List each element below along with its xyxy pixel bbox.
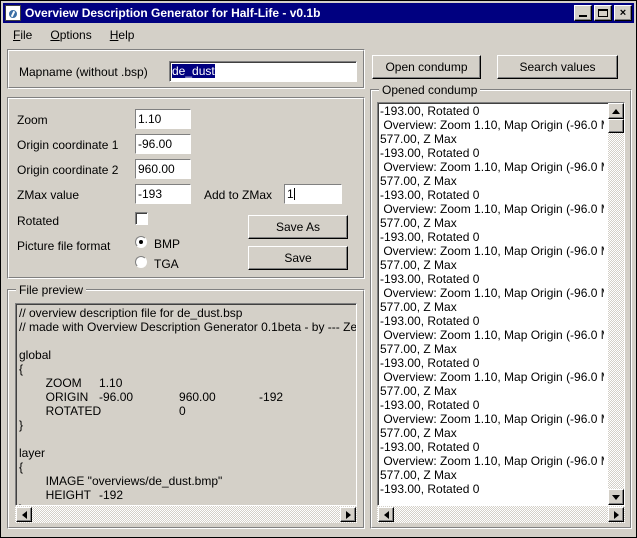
arrow-down-icon (612, 495, 620, 500)
zoom-label: Zoom (17, 113, 48, 127)
text-caret (294, 188, 295, 200)
window-title: Overview Description Generator for Half-… (25, 6, 574, 20)
search-values-button-label: Search values (519, 60, 595, 74)
file-preview-scroll-left-button[interactable] (16, 507, 32, 522)
add-to-zmax-label: Add to ZMax (204, 188, 272, 202)
zmax-value-text: -193 (138, 187, 162, 201)
arrow-left-icon (384, 511, 389, 519)
format-radio-bmp-label: BMP (154, 237, 180, 251)
condump-hscrollbar[interactable] (377, 506, 625, 523)
condump-scroll-up-button[interactable] (608, 103, 624, 119)
close-button[interactable]: × (614, 5, 632, 21)
document-disc-icon (5, 5, 21, 21)
condump-scroll-right-button[interactable] (608, 507, 624, 522)
save-as-button-label: Save As (276, 220, 320, 234)
file-preview-group-label: File preview (16, 283, 86, 297)
mapname-input-value: de_dust (172, 64, 215, 78)
arrow-up-icon (612, 109, 620, 114)
rotated-checkbox[interactable] (135, 212, 148, 225)
save-as-button[interactable]: Save As (248, 215, 348, 239)
add-to-zmax-value: 1 (287, 187, 294, 201)
origin-coordinate-2-input[interactable]: 960.00 (135, 159, 191, 179)
origin-coordinate-2-value: 960.00 (138, 162, 175, 176)
rotated-label: Rotated (17, 214, 59, 228)
search-values-button[interactable]: Search values (497, 55, 618, 79)
format-radio-tga[interactable] (135, 256, 147, 268)
mapname-input[interactable]: de_dust (169, 61, 357, 82)
origin-coordinate-1-label: Origin coordinate 1 (17, 138, 118, 152)
file-preview-text: // overview description file for de_dust… (19, 306, 354, 506)
mapname-label: Mapname (without .bsp) (19, 65, 148, 79)
condump-list-text: -193.00, Rotated 0 Overview: Zoom 1.10, … (380, 104, 604, 496)
open-condump-button[interactable]: Open condump (372, 55, 481, 79)
format-radio-tga-label: TGA (154, 257, 179, 271)
save-button[interactable]: Save (248, 246, 348, 270)
open-condump-button-label: Open condump (385, 60, 467, 74)
save-button-label: Save (284, 251, 311, 265)
zmax-value-label: ZMax value (17, 188, 79, 202)
add-to-zmax-input[interactable]: 1 (284, 184, 342, 204)
minimize-button[interactable] (574, 5, 592, 21)
condump-listbox[interactable]: -193.00, Rotated 0 Overview: Zoom 1.10, … (377, 102, 625, 506)
condump-scroll-thumb[interactable] (608, 119, 624, 133)
maximize-button[interactable] (594, 5, 612, 21)
menu-item-file[interactable]: File (4, 26, 41, 44)
picture-file-format-label: Picture file format (17, 239, 110, 253)
menu-bar: File Options Help (4, 25, 633, 44)
condump-scroll-down-button[interactable] (608, 489, 624, 505)
title-bar: Overview Description Generator for Half-… (3, 3, 634, 23)
menu-item-help[interactable]: Help (101, 26, 144, 44)
arrow-right-icon (614, 511, 619, 519)
opened-condump-group-label: Opened condump (379, 83, 480, 97)
arrow-left-icon (22, 511, 27, 519)
origin-coordinate-1-input[interactable]: -96.00 (135, 134, 191, 154)
zoom-input[interactable]: 1.10 (135, 109, 191, 129)
arrow-right-icon (346, 511, 351, 519)
file-preview-scroll-right-button[interactable] (340, 507, 356, 522)
menu-item-options[interactable]: Options (41, 26, 100, 44)
format-radio-bmp[interactable] (135, 236, 147, 248)
zoom-input-value: 1.10 (138, 112, 161, 126)
close-icon: × (620, 7, 626, 19)
file-preview-textarea[interactable]: // overview description file for de_dust… (15, 303, 357, 506)
condump-scroll-left-button[interactable] (378, 507, 394, 522)
origin-coordinate-1-value: -96.00 (138, 137, 172, 151)
window-controls: × (574, 5, 632, 21)
application-window: Overview Description Generator for Half-… (0, 0, 637, 538)
origin-coordinate-2-label: Origin coordinate 2 (17, 163, 118, 177)
zmax-value-input[interactable]: -193 (135, 184, 191, 204)
condump-vscrollbar[interactable] (608, 103, 624, 505)
file-preview-hscrollbar[interactable] (15, 506, 357, 523)
